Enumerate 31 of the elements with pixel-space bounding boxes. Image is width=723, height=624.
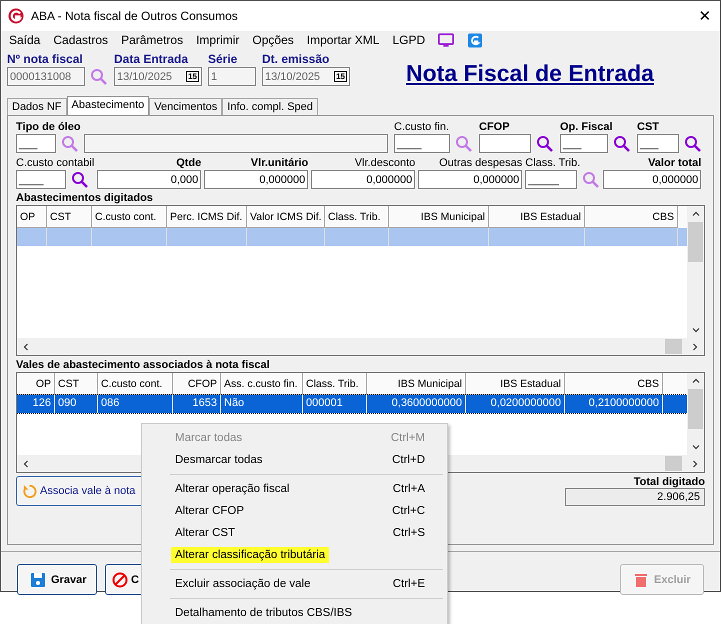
field-label: Dt. emissão: [262, 52, 330, 67]
window-title: ABA - Nota fiscal de Outros Consumos: [31, 9, 239, 23]
table-cell: 1653: [173, 395, 221, 413]
field-label: Nº nota fiscal: [7, 52, 84, 67]
field-label: Op. Fiscal: [560, 120, 614, 134]
table-cell: 0,3600000000: [367, 395, 466, 413]
section-title: Vales de abastecimento associados à nota fiscal: [16, 358, 271, 372]
field-label: Outras despesas: [438, 156, 522, 170]
field-label: Qtde: [175, 156, 202, 170]
field-label: Tipo de óleo: [16, 120, 82, 134]
total-label: Total digitado: [634, 476, 705, 488]
field-label: C.custo fin.: [394, 120, 450, 134]
page-title: Nota Fiscal de Entrada: [406, 60, 654, 87]
field-label: Vlr.unitário: [250, 156, 308, 170]
field-label: C.custo contabil: [16, 156, 94, 170]
field-label: Série: [208, 52, 238, 67]
total-field: 2.906,25: [565, 488, 705, 506]
field-label: CFOP: [479, 120, 511, 134]
field-label: Data Entrada: [114, 52, 190, 67]
table-cell: 086: [98, 395, 173, 413]
table-cell: Não: [221, 395, 303, 413]
table-cell: 090: [55, 395, 98, 413]
table-cell: 0,0200000000: [466, 395, 565, 413]
table-cell: 000001: [303, 395, 367, 413]
field-label: CST: [637, 120, 660, 134]
table-cell: 126: [17, 395, 55, 413]
field-label: Valor total: [647, 156, 702, 170]
field-label: Class. Trib.: [525, 156, 582, 170]
field-label: Vlr.desconto: [354, 156, 416, 170]
table-cell: 0,2100000000: [565, 395, 663, 413]
section-title: Abastecimentos digitados: [16, 191, 154, 205]
